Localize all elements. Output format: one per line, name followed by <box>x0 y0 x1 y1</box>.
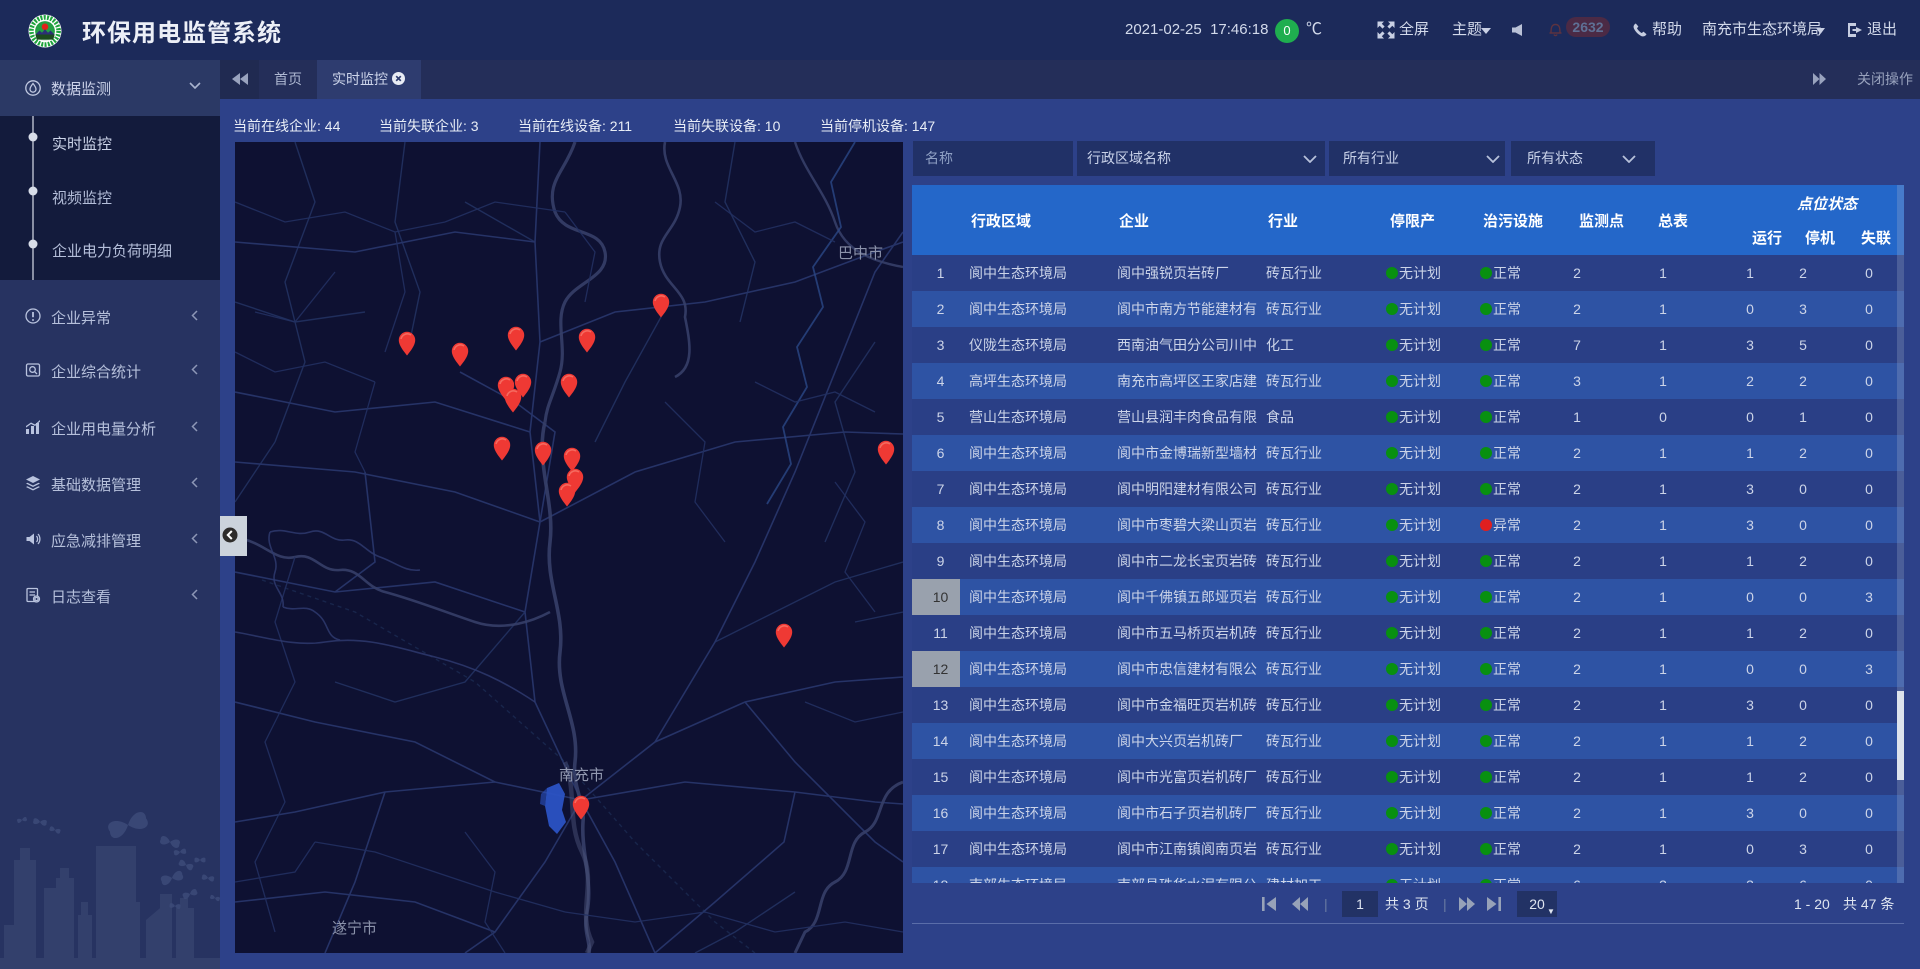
svg-text:遂宁市: 遂宁市 <box>332 920 377 937</box>
svg-text:南充市: 南充市 <box>559 767 604 784</box>
svg-text:巴中市: 巴中市 <box>838 245 883 262</box>
